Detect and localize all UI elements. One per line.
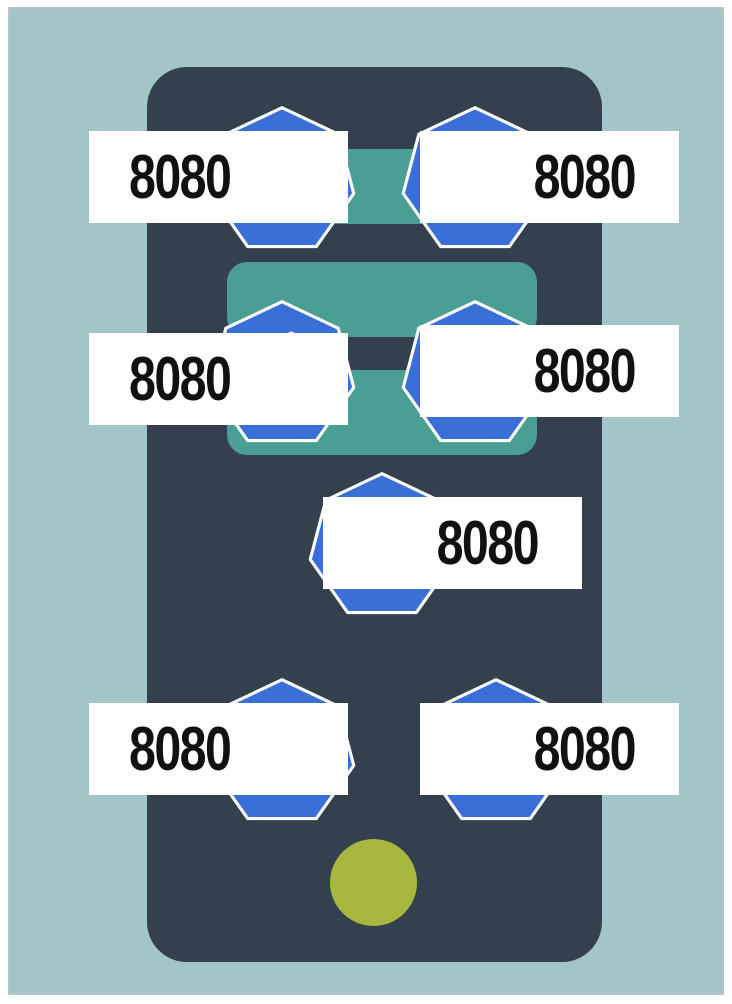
- port-label: 8080: [420, 325, 679, 417]
- port-label: 8080: [89, 131, 348, 223]
- port-label: 8080: [323, 497, 582, 589]
- port-label: 8080: [420, 131, 679, 223]
- port-label: 8080: [89, 703, 348, 795]
- port-label: 8080: [89, 333, 348, 425]
- diagram-frame: 8080 8080 8080 8080 8080 8080 8080: [8, 7, 724, 995]
- status-light-icon: [330, 839, 417, 926]
- port-label: 8080: [420, 703, 679, 795]
